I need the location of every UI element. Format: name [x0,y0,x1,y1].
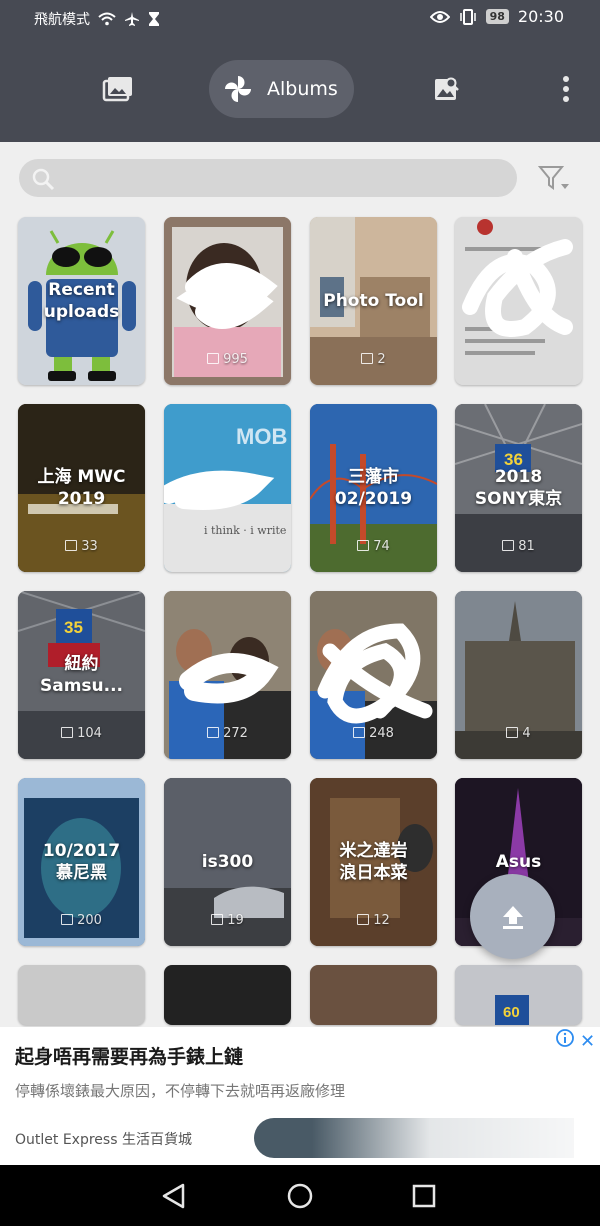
wifi-icon [98,12,116,26]
photo-count: 200 [18,913,145,928]
airplane-mode-label: 飛航模式 [34,12,90,28]
svg-text:60: 60 [503,1004,520,1021]
image-icon [357,540,370,551]
image-icon [211,914,224,925]
photo-count: 248 [310,726,437,741]
clock: 20:30 [517,7,564,26]
album-tile[interactable]: 272 [164,591,291,759]
image-icon [357,914,370,925]
image-icon [353,727,366,738]
album-tile[interactable]: 米之達岩 浪日本菜 12 [310,778,437,946]
album-tile[interactable] [310,965,437,1025]
album-title [459,217,578,385]
status-bar: 飛航模式 98 20:30 [0,0,600,38]
navigation-bar [0,1165,600,1226]
album-title: Recent uploads [43,280,120,322]
image-icon [361,353,374,364]
info-icon[interactable] [556,1029,574,1047]
photo-count: 995 [164,352,291,367]
album-tile[interactable]: 248 [310,591,437,759]
search-photos-button[interactable] [428,60,464,118]
photos-button[interactable] [98,60,138,118]
album-tile[interactable]: is300 19 [164,778,291,946]
photo-count: 33 [18,539,145,554]
ad-banner[interactable]: 起身唔再需要再為手錶上鏈 停轉係壞錶最大原因，不停轉下去就唔再返廠修理 Outl… [0,1027,600,1165]
album-tile[interactable]: 995 [164,217,291,385]
image-icon [65,540,78,551]
photo-count: 81 [455,539,582,554]
photos-icon [102,77,132,102]
close-ad-button[interactable]: ✕ [580,1031,595,1052]
home-icon[interactable] [283,1179,317,1213]
album-tile[interactable]: 35 紐約 Samsu... 104 [18,591,145,759]
album-tile[interactable]: MOB i think · i write [164,404,291,572]
ad-cta-button[interactable] [254,1118,574,1158]
image-icon [207,727,220,738]
photo-thumbnail: 60 [455,965,582,1025]
search-bar[interactable] [19,159,517,197]
album-tile[interactable]: 10/2017 慕尼黑 200 [18,778,145,946]
ad-title: 起身唔再需要再為手錶上鏈 [15,1046,244,1068]
more-options-button[interactable] [555,60,577,118]
back-icon[interactable] [156,1179,190,1213]
photo-count: 272 [164,726,291,741]
airplane-icon [125,12,139,26]
eye-icon [429,10,450,23]
album-tile[interactable]: 60 [455,965,582,1025]
more-vert-icon [563,76,569,102]
search-icon [32,168,55,191]
hourglass-icon [149,12,159,26]
album-tile[interactable]: 4 [455,591,582,759]
album-tile[interactable]: 36 2018 SONY東京 81 [455,404,582,572]
image-icon [61,914,74,925]
top-toolbar: Albums [0,38,600,142]
image-icon [502,540,515,551]
upload-button[interactable] [470,874,555,959]
pinwheel-icon [225,76,251,102]
album-tile[interactable] [164,965,291,1025]
album-tile[interactable] [455,217,582,385]
photo-count: 2 [310,352,437,367]
image-icon [61,727,74,738]
albums-tab[interactable]: Albums [209,60,354,118]
album-title [168,404,287,572]
ad-source: Outlet Express 生活百貨城 [15,1132,192,1148]
album-tile[interactable]: 三藩市 02/2019 74 [310,404,437,572]
upload-icon [502,905,523,929]
search-photo-icon [435,77,459,100]
recents-icon[interactable] [407,1179,441,1213]
photo-count: 74 [310,539,437,554]
filter-icon[interactable] [537,163,573,195]
album-tile[interactable]: Recent uploads [18,217,145,385]
vibrate-icon [459,8,476,25]
image-icon [207,353,220,364]
album-tile[interactable]: 上海 MWC 2019 33 [18,404,145,572]
photo-count: 19 [164,913,291,928]
ad-subtitle: 停轉係壞錶最大原因，不停轉下去就唔再返廠修理 [15,1082,346,1100]
photo-count: 104 [18,726,145,741]
image-icon [506,727,519,738]
battery-indicator: 98 [485,9,509,24]
photo-count: 12 [310,913,437,928]
photo-count: 4 [455,726,582,741]
albums-tab-label: Albums [267,78,338,100]
album-tile[interactable]: Photo Tool 2 [310,217,437,385]
album-tile[interactable] [18,965,145,1025]
